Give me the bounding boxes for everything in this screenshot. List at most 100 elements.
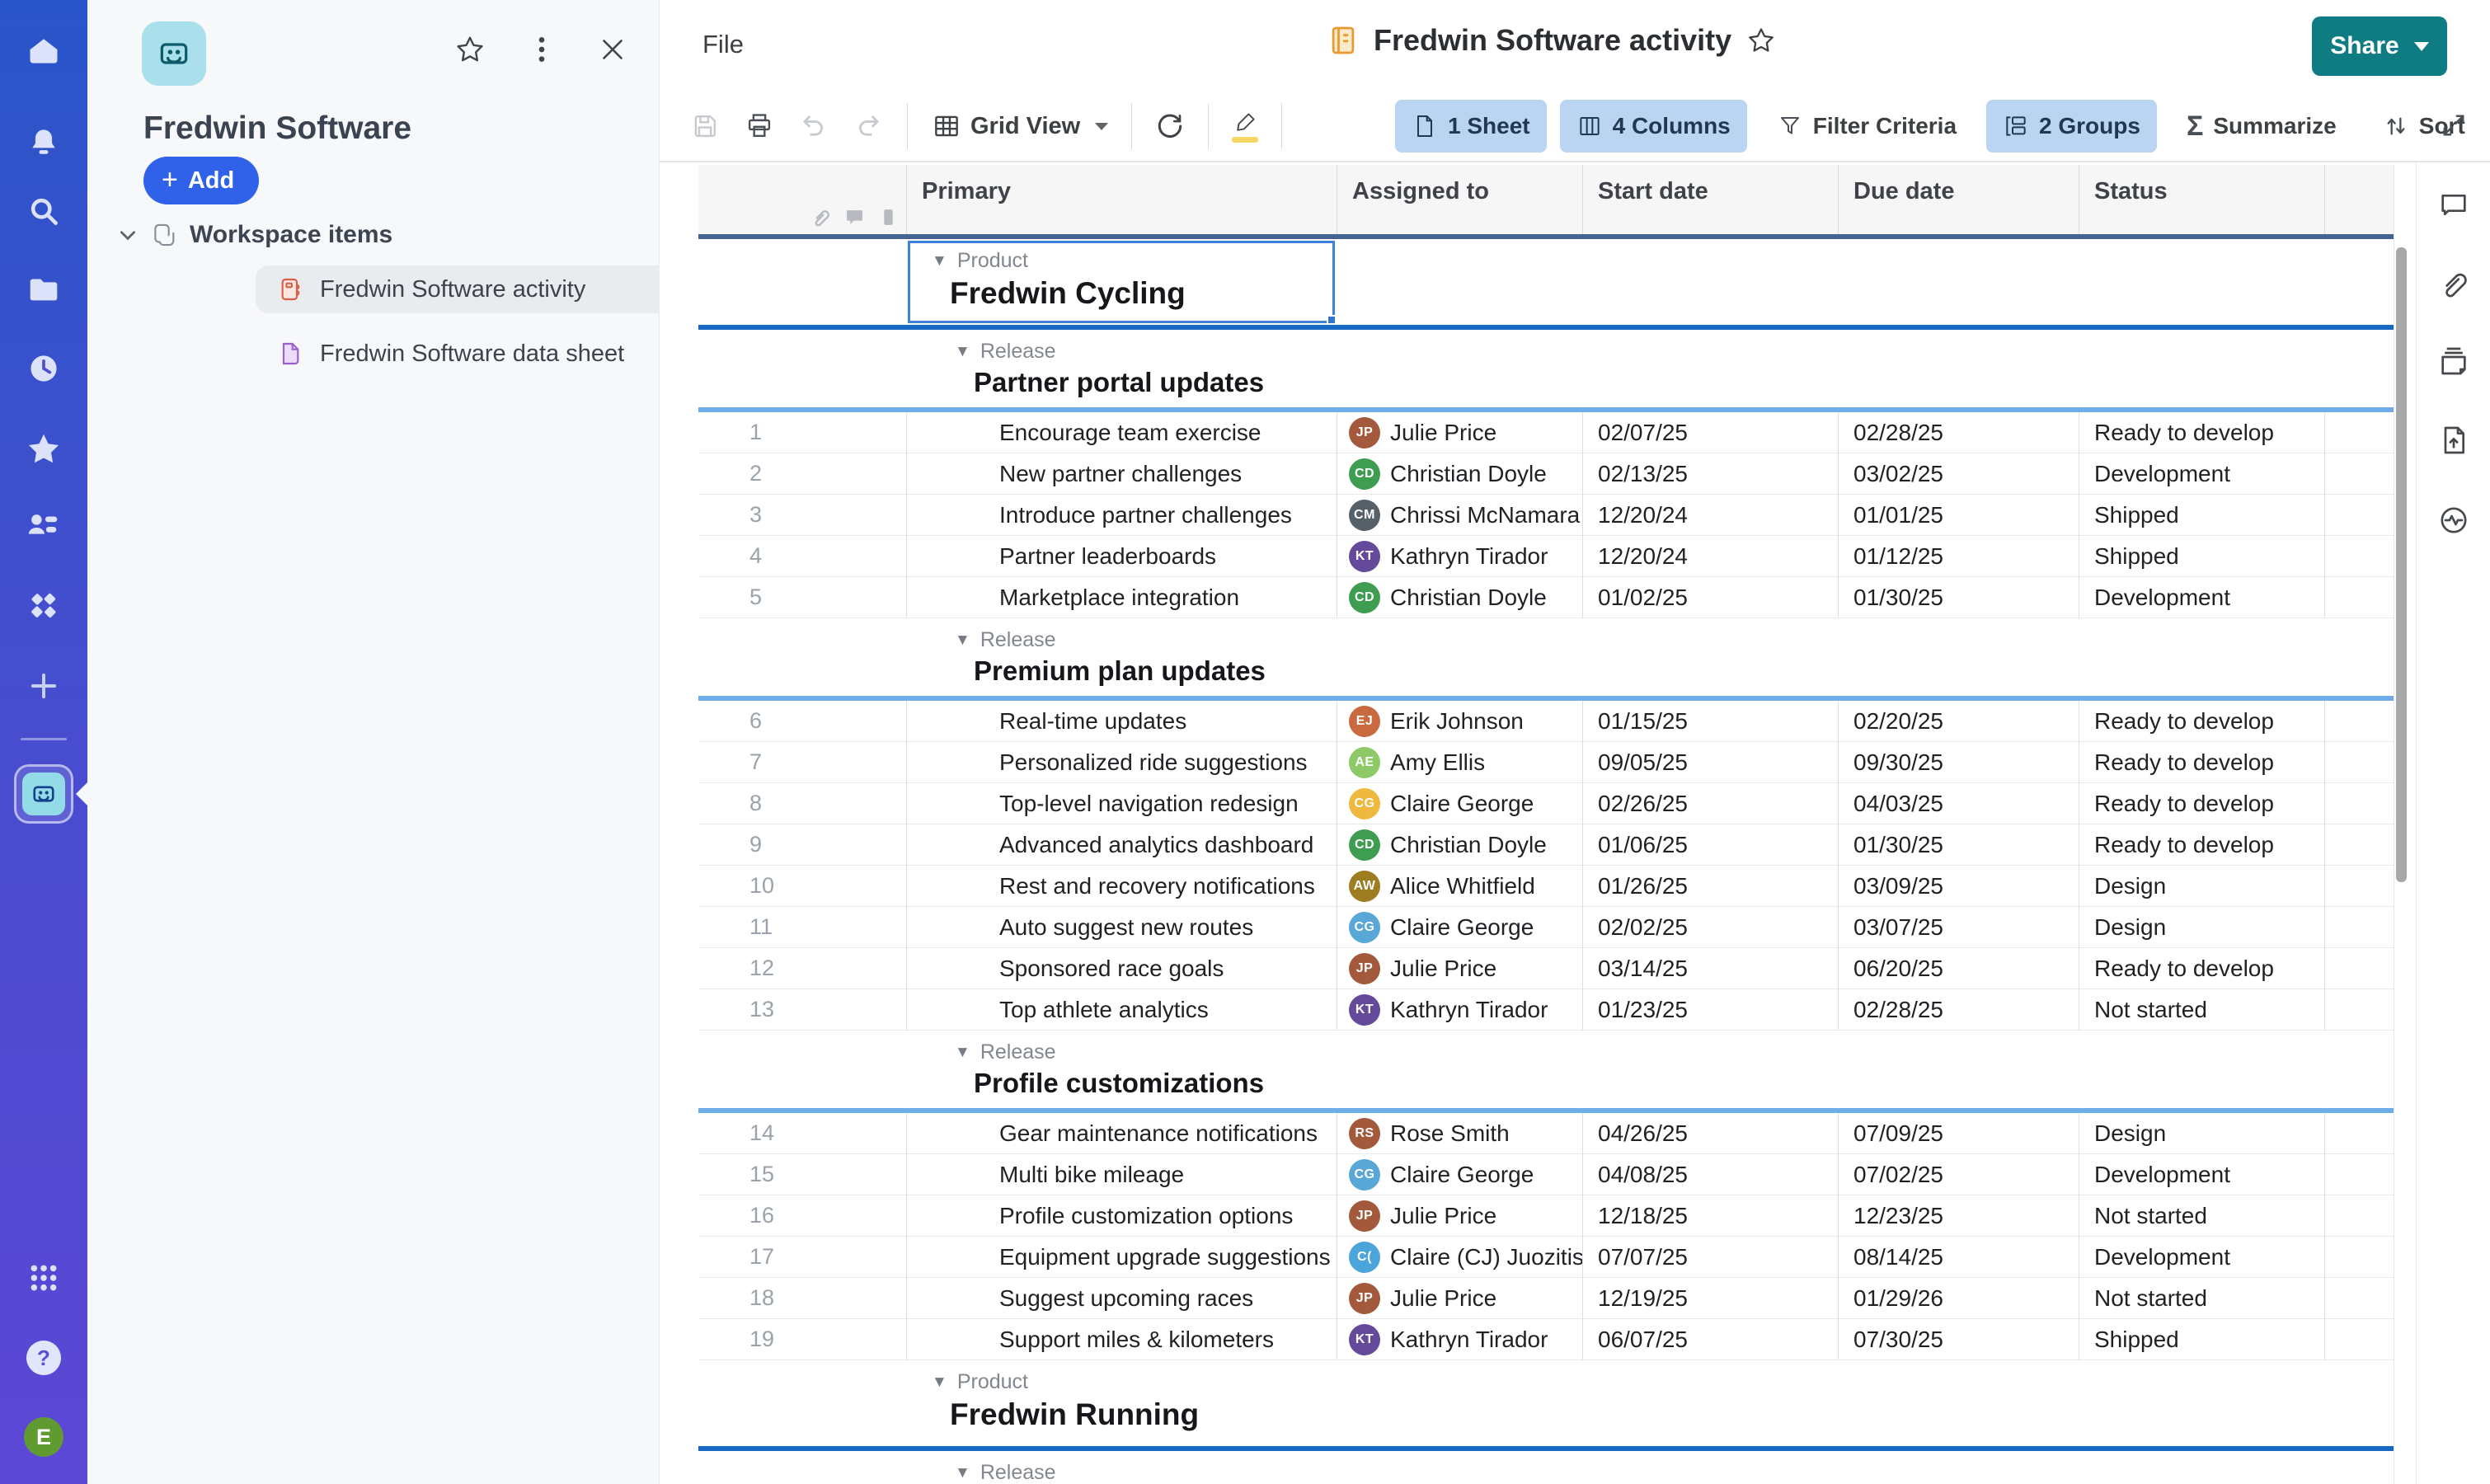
task-title-cell[interactable]: Partner leaderboards <box>907 536 1337 577</box>
add-icon[interactable] <box>26 669 61 703</box>
due-date-cell[interactable]: 01/29/26 <box>1839 1278 2079 1319</box>
status-cell[interactable]: Ready to develop <box>2079 783 2325 824</box>
task-title-cell[interactable]: Top-level navigation redesign <box>907 783 1337 824</box>
task-title-cell[interactable]: Advanced analytics dashboard <box>907 824 1337 866</box>
workspace-items-header[interactable]: Workspace items <box>117 221 392 249</box>
solutions-icon[interactable] <box>25 588 63 626</box>
status-cell[interactable]: Not started <box>2079 1278 2325 1319</box>
start-date-cell[interactable]: 04/08/25 <box>1583 1154 1839 1195</box>
vertical-scrollbar[interactable] <box>2396 247 2407 882</box>
conversations-icon[interactable] <box>2437 189 2470 222</box>
due-date-cell[interactable]: 09/30/25 <box>1839 742 2079 783</box>
redo-button[interactable] <box>853 110 884 142</box>
product-group-row[interactable]: ▼ProductFredwin Cycling <box>698 239 2394 330</box>
due-date-cell[interactable]: 01/12/25 <box>1839 536 2079 577</box>
start-date-cell[interactable]: 12/19/25 <box>1583 1278 1839 1319</box>
due-date-cell[interactable]: 08/14/25 <box>1839 1237 2079 1278</box>
column-header-due-date[interactable]: Due date <box>1839 165 2079 234</box>
assignee-cell[interactable]: KTKathryn Tirador <box>1337 536 1583 577</box>
table-row[interactable]: 12Sponsored race goalsJPJulie Price03/14… <box>698 948 2394 989</box>
attachment-icon[interactable] <box>810 207 831 228</box>
column-count-chip[interactable]: 4 Columns <box>1560 100 1747 153</box>
table-row[interactable]: 18Suggest upcoming racesJPJulie Price12/… <box>698 1278 2394 1319</box>
due-date-cell[interactable]: 02/20/25 <box>1839 701 2079 742</box>
assignee-cell[interactable]: CDChristian Doyle <box>1337 577 1583 618</box>
task-title-cell[interactable]: Personalized ride suggestions <box>907 742 1337 783</box>
proof-icon[interactable] <box>878 207 899 228</box>
task-title-cell[interactable]: Introduce partner challenges <box>907 495 1337 536</box>
filter-criteria-button[interactable]: Filter Criteria <box>1760 100 1973 153</box>
folders-icon[interactable] <box>25 270 63 308</box>
status-cell[interactable]: Ready to develop <box>2079 701 2325 742</box>
collapse-arrow-icon[interactable]: ▼ <box>955 632 970 648</box>
due-date-cell[interactable]: 01/01/25 <box>1839 495 2079 536</box>
table-row[interactable]: 10Rest and recovery notificationsAWAlice… <box>698 866 2394 907</box>
due-date-cell[interactable]: 01/30/25 <box>1839 824 2079 866</box>
task-title-cell[interactable]: Equipment upgrade suggestions <box>907 1237 1337 1278</box>
status-cell[interactable]: Ready to develop <box>2079 742 2325 783</box>
table-row[interactable]: 13Top athlete analyticsKTKathryn Tirador… <box>698 989 2394 1031</box>
fill-handle[interactable] <box>1327 315 1337 325</box>
publish-icon[interactable] <box>2437 424 2470 457</box>
status-cell[interactable]: Shipped <box>2079 536 2325 577</box>
due-date-cell[interactable]: 04/03/25 <box>1839 783 2079 824</box>
proofs-icon[interactable] <box>2437 345 2470 378</box>
task-title-cell[interactable]: Marketplace integration <box>907 577 1337 618</box>
task-title-cell[interactable]: Multi bike mileage <box>907 1154 1337 1195</box>
home-icon[interactable] <box>26 33 62 69</box>
summarize-button[interactable]: Σ Summarize <box>2170 100 2353 153</box>
table-row[interactable]: 7Personalized ride suggestionsAEAmy Elli… <box>698 742 2394 783</box>
assignee-cell[interactable]: JPJulie Price <box>1337 1278 1583 1319</box>
search-icon[interactable] <box>26 193 62 229</box>
favorite-sheet-icon[interactable] <box>1746 26 1776 55</box>
assignee-cell[interactable]: CDChristian Doyle <box>1337 453 1583 495</box>
table-row[interactable]: 2New partner challengesCDChristian Doyle… <box>698 453 2394 495</box>
table-row[interactable]: 17Equipment upgrade suggestionsC(Claire … <box>698 1237 2394 1278</box>
assignee-cell[interactable]: CDChristian Doyle <box>1337 824 1583 866</box>
status-cell[interactable]: Design <box>2079 907 2325 948</box>
table-row[interactable]: 14Gear maintenance notificationsRSRose S… <box>698 1113 2394 1154</box>
sidebar-item-activity[interactable]: Fredwin Software activity <box>256 265 716 313</box>
status-cell[interactable]: Development <box>2079 453 2325 495</box>
start-date-cell[interactable]: 03/14/25 <box>1583 948 1839 989</box>
collapse-arrow-icon[interactable]: ▼ <box>955 1465 970 1479</box>
column-header-assigned-to[interactable]: Assigned to <box>1337 165 1583 234</box>
undo-button[interactable] <box>798 110 829 142</box>
due-date-cell[interactable]: 06/20/25 <box>1839 948 2079 989</box>
workspace-logo-tile[interactable] <box>142 21 206 86</box>
start-date-cell[interactable]: 01/15/25 <box>1583 701 1839 742</box>
status-cell[interactable]: Shipped <box>2079 495 2325 536</box>
assignee-cell[interactable]: RSRose Smith <box>1337 1113 1583 1154</box>
due-date-cell[interactable]: 03/02/25 <box>1839 453 2079 495</box>
release-group-row[interactable]: ▼ReleasePremium plan updates <box>698 618 2394 701</box>
recents-icon[interactable] <box>26 350 62 387</box>
assignee-cell[interactable]: KTKathryn Tirador <box>1337 1319 1583 1360</box>
share-button[interactable]: Share <box>2312 16 2447 76</box>
task-title-cell[interactable]: Support miles & kilometers <box>907 1319 1337 1360</box>
task-title-cell[interactable]: Sponsored race goals <box>907 948 1337 989</box>
favorites-icon[interactable] <box>25 430 63 468</box>
status-cell[interactable]: Development <box>2079 1237 2325 1278</box>
status-cell[interactable]: Ready to develop <box>2079 824 2325 866</box>
column-header-primary[interactable]: Primary <box>907 165 1337 234</box>
assignee-cell[interactable]: C(Claire (CJ) Juozitis <box>1337 1237 1583 1278</box>
due-date-cell[interactable]: 02/28/25 <box>1839 989 2079 1031</box>
status-cell[interactable]: Not started <box>2079 989 2325 1031</box>
members-icon[interactable] <box>25 508 63 546</box>
table-row[interactable]: 8Top-level navigation redesignCGClaire G… <box>698 783 2394 824</box>
status-cell[interactable]: Not started <box>2079 1195 2325 1237</box>
status-cell[interactable]: Development <box>2079 1154 2325 1195</box>
start-date-cell[interactable]: 02/13/25 <box>1583 453 1839 495</box>
notifications-icon[interactable] <box>26 124 62 161</box>
favorite-workspace-icon[interactable] <box>454 34 486 65</box>
start-date-cell[interactable]: 02/26/25 <box>1583 783 1839 824</box>
collapse-arrow-icon[interactable]: ▼ <box>932 1374 947 1390</box>
assignee-cell[interactable]: AEAmy Ellis <box>1337 742 1583 783</box>
status-cell[interactable]: Development <box>2079 577 2325 618</box>
comment-icon[interactable] <box>844 207 865 228</box>
view-selector[interactable]: Grid View <box>931 110 1108 142</box>
release-group-row-partial[interactable]: ▼Release <box>698 1451 2394 1479</box>
close-panel-icon[interactable] <box>598 35 627 64</box>
table-row[interactable]: 15Multi bike mileageCGClaire George04/08… <box>698 1154 2394 1195</box>
add-button[interactable]: + Add <box>143 157 259 204</box>
